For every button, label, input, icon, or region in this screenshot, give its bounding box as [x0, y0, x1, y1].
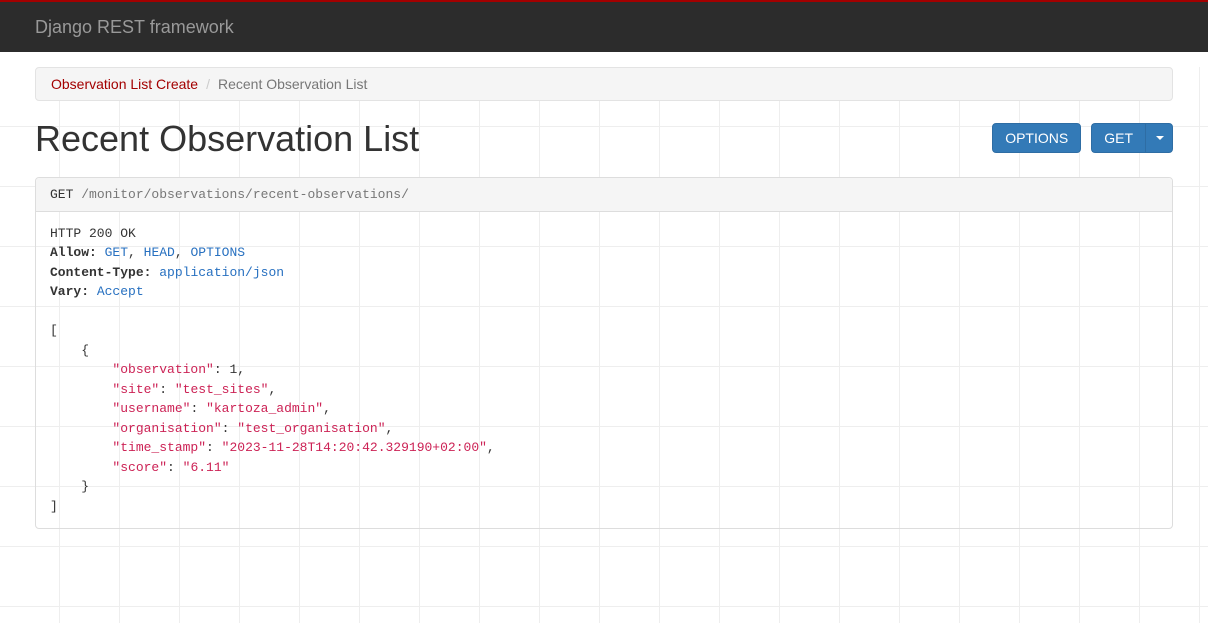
options-button[interactable]: OPTIONS: [992, 123, 1081, 153]
chevron-down-icon: [1156, 136, 1164, 140]
navbar: Django REST framework: [0, 2, 1208, 52]
breadcrumb: Observation List Create / Recent Observa…: [35, 67, 1173, 101]
main-container: Observation List Create / Recent Observa…: [0, 67, 1208, 529]
request-info: GET /monitor/observations/recent-observa…: [36, 178, 1172, 212]
get-button[interactable]: GET: [1091, 123, 1145, 153]
get-dropdown-toggle[interactable]: [1145, 123, 1173, 153]
get-button-group: GET: [1091, 123, 1173, 153]
breadcrumb-divider: /: [198, 76, 218, 92]
request-method: GET: [50, 187, 73, 202]
request-path: /monitor/observations/recent-observation…: [81, 187, 409, 202]
breadcrumb-item-active: Recent Observation List: [218, 76, 367, 92]
page-actions: OPTIONS GET: [992, 119, 1173, 153]
page-title: Recent Observation List: [35, 119, 419, 159]
breadcrumb-link-observation-list-create[interactable]: Observation List Create: [51, 76, 198, 92]
response-panel: GET /monitor/observations/recent-observa…: [35, 177, 1173, 530]
breadcrumb-item: Observation List Create: [51, 76, 198, 92]
response-info: HTTP 200 OK Allow: GET, HEAD, OPTIONS Co…: [36, 212, 1172, 529]
navbar-brand[interactable]: Django REST framework: [35, 17, 234, 38]
